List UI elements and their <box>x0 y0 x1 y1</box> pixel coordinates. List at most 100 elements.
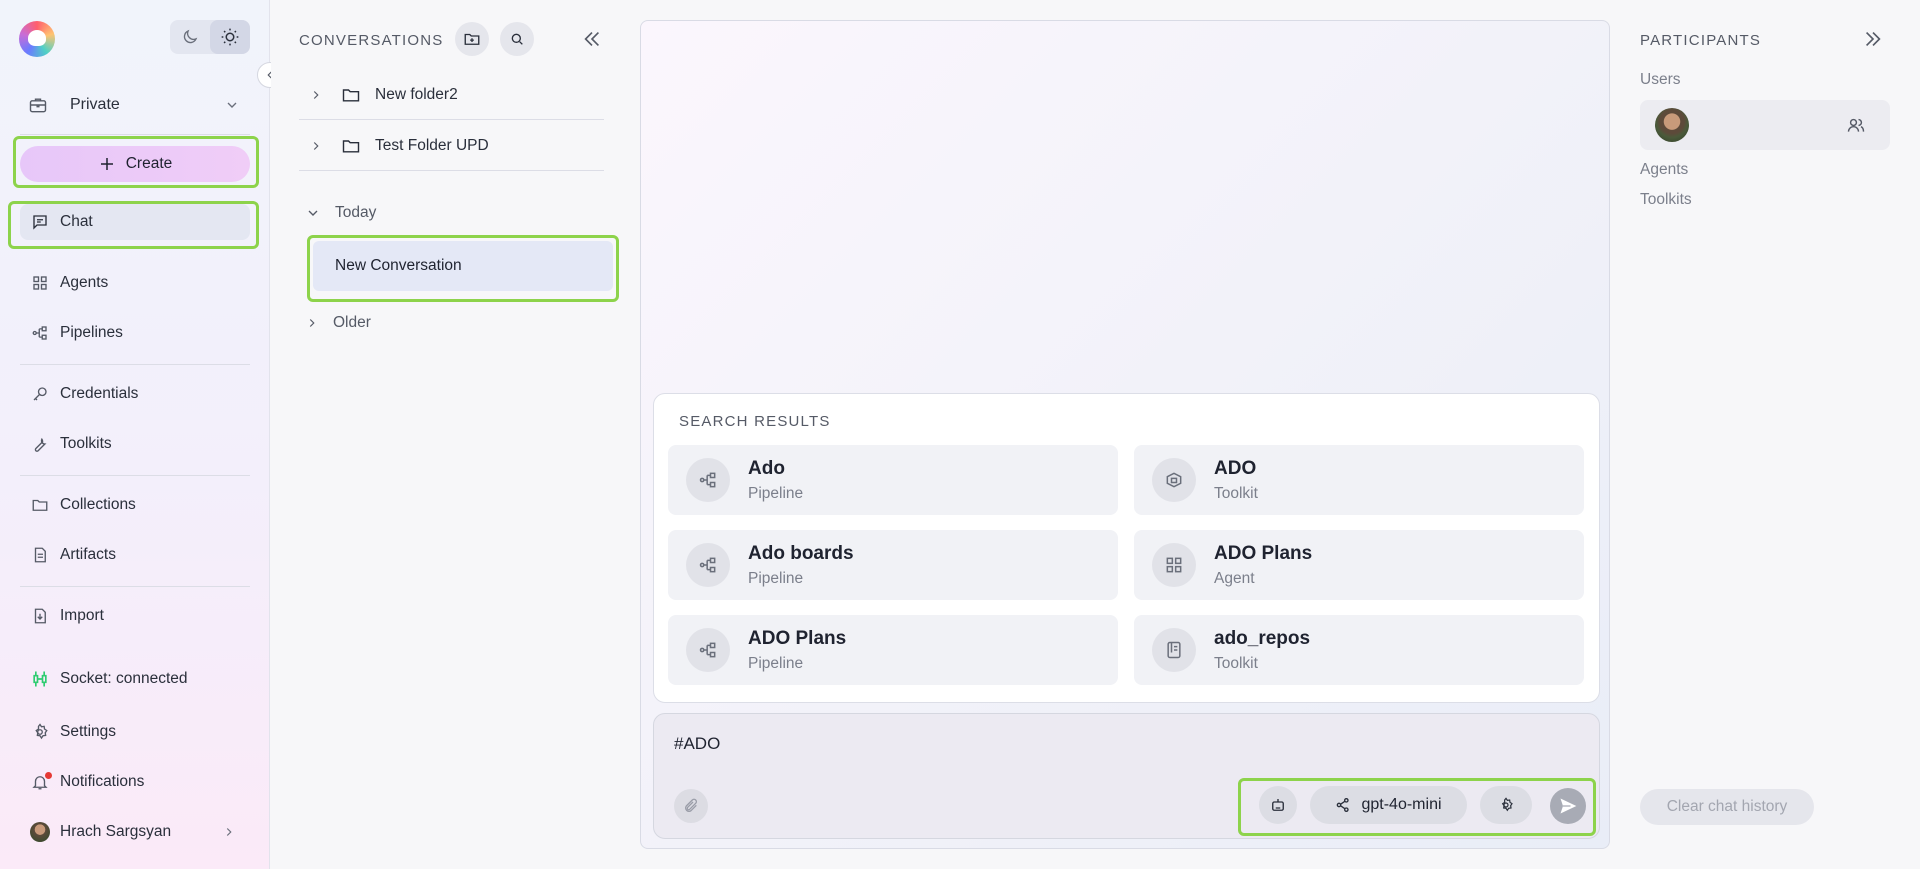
search-result-item[interactable]: ado_repos Toolkit <box>1134 615 1584 685</box>
nav-settings[interactable]: Settings <box>20 714 250 750</box>
notification-dot <box>45 772 52 779</box>
briefcase-icon <box>28 95 48 115</box>
pipeline-icon <box>30 324 50 342</box>
folder-item[interactable]: Test Folder UPD <box>299 121 604 171</box>
robot-icon <box>1272 799 1284 811</box>
folder-item[interactable]: New folder2 <box>299 70 604 120</box>
nav-notifications-label: Notifications <box>60 773 145 790</box>
chevron-right-icon <box>222 825 236 839</box>
bell-icon <box>30 772 52 791</box>
double-chevron-right-icon <box>1865 31 1881 47</box>
search-result-item[interactable]: ADO Plans Pipeline <box>668 615 1118 685</box>
nav-notifications[interactable]: Notifications <box>20 764 250 800</box>
chevron-right-icon <box>305 316 319 330</box>
participants-title: PARTICIPANTS <box>1640 32 1762 49</box>
send-button[interactable] <box>1550 788 1586 824</box>
group-older-label: Older <box>333 314 371 331</box>
search-result-item[interactable]: Ado boards Pipeline <box>668 530 1118 600</box>
folder-label: Test Folder UPD <box>375 136 489 154</box>
nav-artifacts[interactable]: Artifacts <box>20 537 250 573</box>
search-result-item[interactable]: ADO Toolkit <box>1134 445 1584 515</box>
result-name: ado_repos <box>1214 627 1311 649</box>
folder-label: New folder2 <box>375 85 458 103</box>
nav-chat-label: Chat <box>60 213 93 230</box>
divider <box>20 586 250 587</box>
toolkits-section-label: Toolkits <box>1640 191 1692 208</box>
clear-chat-history-button[interactable]: Clear chat history <box>1640 789 1814 825</box>
nav-pipelines[interactable]: Pipelines <box>20 315 250 351</box>
theme-toggle[interactable] <box>170 20 250 54</box>
chevron-down-icon <box>224 97 240 113</box>
model-selector[interactable]: gpt-4o-mini <box>1310 786 1467 824</box>
grid-icon <box>30 274 50 292</box>
nav-pipelines-label: Pipelines <box>60 324 123 341</box>
participant-user[interactable] <box>1640 100 1890 150</box>
workspace-selector[interactable]: Private <box>28 90 240 120</box>
model-settings-button[interactable] <box>1480 786 1532 824</box>
nav-credentials-label: Credentials <box>60 385 139 402</box>
nav-credentials[interactable]: Credentials <box>20 376 250 412</box>
search-result-item[interactable]: Ado Pipeline <box>668 445 1118 515</box>
new-folder-button[interactable] <box>455 22 489 56</box>
pipeline-icon <box>686 543 730 587</box>
nav-agents[interactable]: Agents <box>20 265 250 301</box>
gear-icon <box>1501 797 1513 812</box>
result-name: Ado boards <box>748 542 854 564</box>
divider <box>20 475 250 476</box>
pipeline-icon <box>686 458 730 502</box>
nav-artifacts-label: Artifacts <box>60 546 116 563</box>
moon-icon[interactable] <box>170 20 210 54</box>
search-results-popup: SEARCH RESULTS Ado Pipeline ADO Toolkit Ad… <box>653 393 1600 703</box>
app-logo[interactable] <box>19 21 55 57</box>
chat-input[interactable]: #ADO <box>674 734 720 754</box>
plus-icon <box>100 158 113 170</box>
search-result-item[interactable]: ADO Plans Agent <box>1134 530 1584 600</box>
result-type: Agent <box>1214 569 1255 587</box>
result-name: ADO Plans <box>1214 542 1313 564</box>
search-results-title: SEARCH RESULTS <box>679 413 831 430</box>
folder-icon <box>30 496 50 514</box>
create-label: Create <box>125 155 173 172</box>
group-older[interactable]: Older <box>305 314 371 332</box>
participants-panel: PARTICIPANTS Users Agents Toolkits Clear… <box>1620 0 1920 869</box>
sidebar: Private Create Chat Agents Pipelines Cre… <box>0 0 270 869</box>
group-today[interactable]: Today <box>305 204 376 222</box>
nav-toolkits[interactable]: Toolkits <box>20 426 250 462</box>
conversation-label: New Conversation <box>335 257 462 274</box>
chevron-down-icon <box>305 205 321 221</box>
result-name: ADO <box>1214 457 1257 479</box>
search-button[interactable] <box>500 22 534 56</box>
chevron-right-icon <box>309 88 323 102</box>
nav-import[interactable]: Import <box>20 598 250 634</box>
chat-area: SEARCH RESULTS Ado Pipeline ADO Toolkit Ad… <box>640 20 1610 849</box>
sun-icon[interactable] <box>210 20 250 54</box>
agent-select-button[interactable] <box>1259 786 1297 824</box>
nav-chat[interactable]: Chat <box>20 204 250 240</box>
nav-agents-label: Agents <box>60 274 109 291</box>
conversation-item[interactable]: New Conversation <box>313 241 613 291</box>
folder-plus-icon <box>464 33 480 45</box>
attach-button[interactable] <box>674 789 708 823</box>
result-type: Pipeline <box>748 654 804 672</box>
workspace-label: Private <box>70 96 120 113</box>
collapse-participants-button[interactable] <box>1862 28 1884 50</box>
chevron-right-icon <box>309 139 323 153</box>
avatar <box>1655 108 1689 142</box>
document-icon <box>30 546 50 564</box>
create-button[interactable]: Create <box>20 146 250 182</box>
user-menu[interactable]: Hrach Sargsyan <box>20 814 250 850</box>
chat-input-box[interactable]: #ADO gpt-4o-mini <box>653 713 1600 839</box>
gear-icon <box>30 723 50 741</box>
folder-icon <box>341 136 361 156</box>
toolkit-icon <box>1152 458 1196 502</box>
collapse-conversations-button[interactable] <box>581 28 603 50</box>
nav-toolkits-label: Toolkits <box>60 435 112 452</box>
users-icon <box>1846 115 1866 135</box>
double-chevron-left-icon <box>584 31 600 47</box>
user-name: Hrach Sargsyan <box>60 823 172 840</box>
nav-collections[interactable]: Collections <box>20 487 250 523</box>
result-type: Pipeline <box>748 484 804 502</box>
avatar <box>30 822 50 842</box>
conversations-title: CONVERSATIONS <box>299 32 444 49</box>
agents-section-label: Agents <box>1640 161 1689 178</box>
